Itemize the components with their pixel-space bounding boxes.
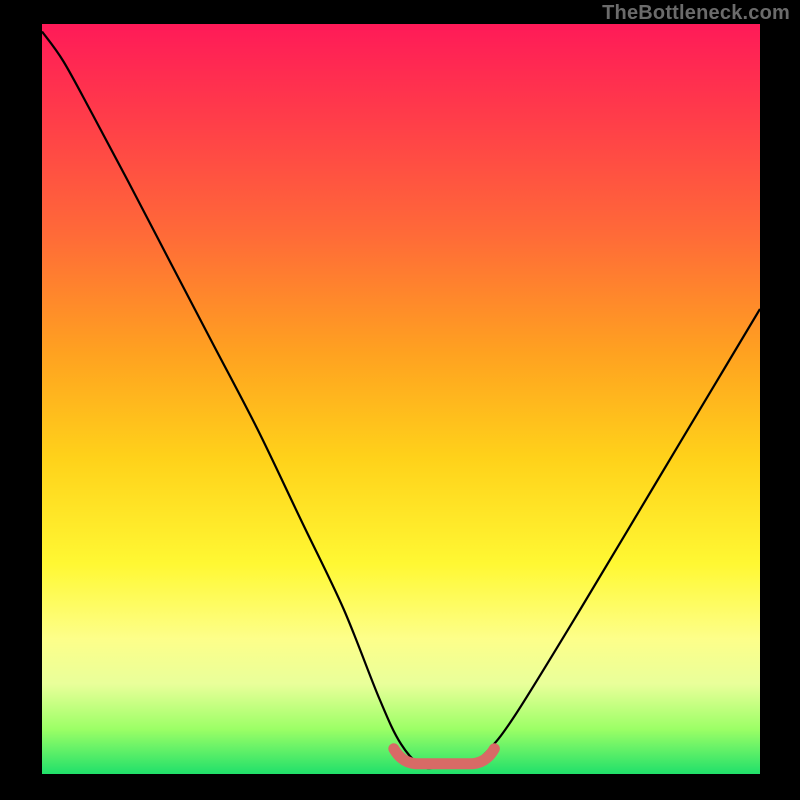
chart-svg <box>42 24 760 774</box>
plot-area <box>42 24 760 774</box>
bottleneck-curve <box>42 32 760 769</box>
watermark-text: TheBottleneck.com <box>602 2 790 25</box>
chart-frame: TheBottleneck.com <box>0 0 800 800</box>
